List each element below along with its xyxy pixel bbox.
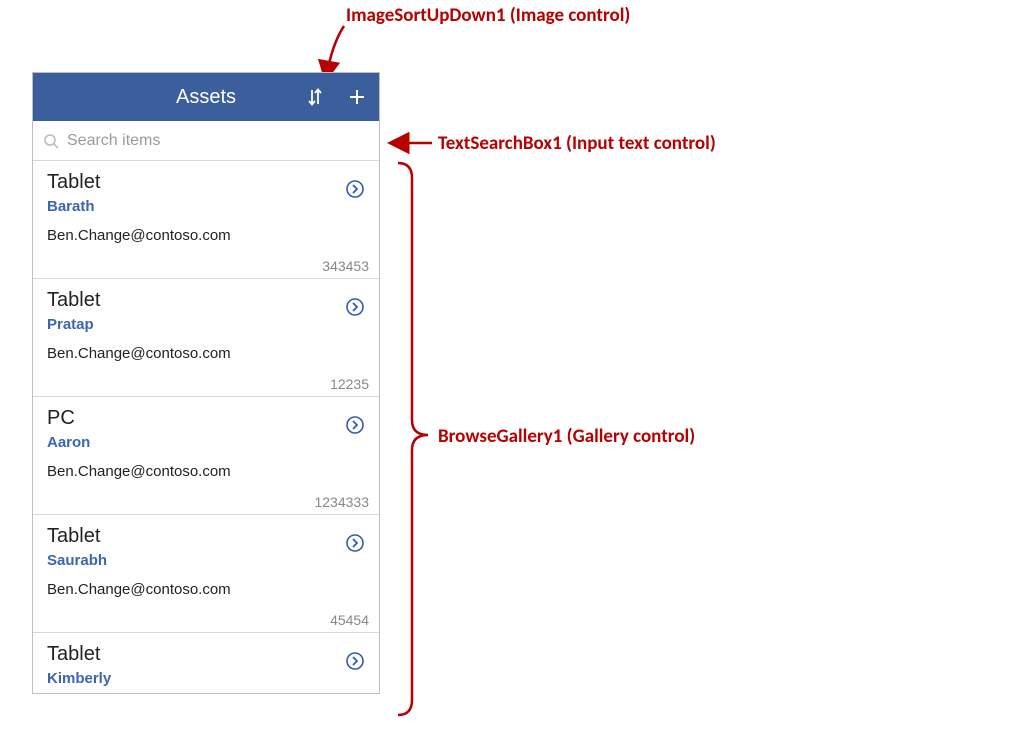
item-number: 1234333 [314,494,369,510]
sort-updown-icon[interactable] [301,83,329,111]
item-name: Saurabh [47,552,365,569]
annotation-search: TextSearchBox1 (Input text control) [438,132,716,155]
search-icon [43,133,59,149]
item-number: 45454 [330,612,369,628]
next-arrow-icon[interactable] [345,651,365,671]
item-name: Aaron [47,434,365,451]
next-arrow-icon[interactable] [345,179,365,199]
item-email: Ben.Change@contoso.com [47,227,365,244]
item-email: Ben.Change@contoso.com [47,345,365,362]
list-item[interactable]: Tablet Kimberly [33,633,379,693]
item-number: 343453 [322,258,369,274]
search-row [33,121,379,161]
item-number: 12235 [330,376,369,392]
item-title: PC [47,407,365,430]
annotation-gallery: BrowseGallery1 (Gallery control) [438,425,695,448]
item-email: Ben.Change@contoso.com [47,463,365,480]
app-frame: Assets [32,72,380,694]
list-item[interactable]: PC Aaron Ben.Change@contoso.com 1234333 [33,397,379,515]
item-title: Tablet [47,171,365,194]
list-item[interactable]: Tablet Barath Ben.Change@contoso.com 343… [33,161,379,279]
item-name: Kimberly [47,670,365,687]
item-title: Tablet [47,525,365,548]
search-input[interactable] [67,132,369,150]
item-name: Barath [47,198,365,215]
add-icon[interactable] [343,83,371,111]
item-title: Tablet [47,289,365,312]
next-arrow-icon[interactable] [345,533,365,553]
item-name: Pratap [47,316,365,333]
item-email: Ben.Change@contoso.com [47,581,365,598]
list-item[interactable]: Tablet Pratap Ben.Change@contoso.com 122… [33,279,379,397]
next-arrow-icon[interactable] [345,415,365,435]
list-item[interactable]: Tablet Saurabh Ben.Change@contoso.com 45… [33,515,379,633]
next-arrow-icon[interactable] [345,297,365,317]
annotation-sort: ImageSortUpDown1 (Image control) [346,4,630,27]
item-title: Tablet [47,643,365,666]
browse-gallery: Tablet Barath Ben.Change@contoso.com 343… [33,161,379,693]
app-header: Assets [33,73,379,121]
